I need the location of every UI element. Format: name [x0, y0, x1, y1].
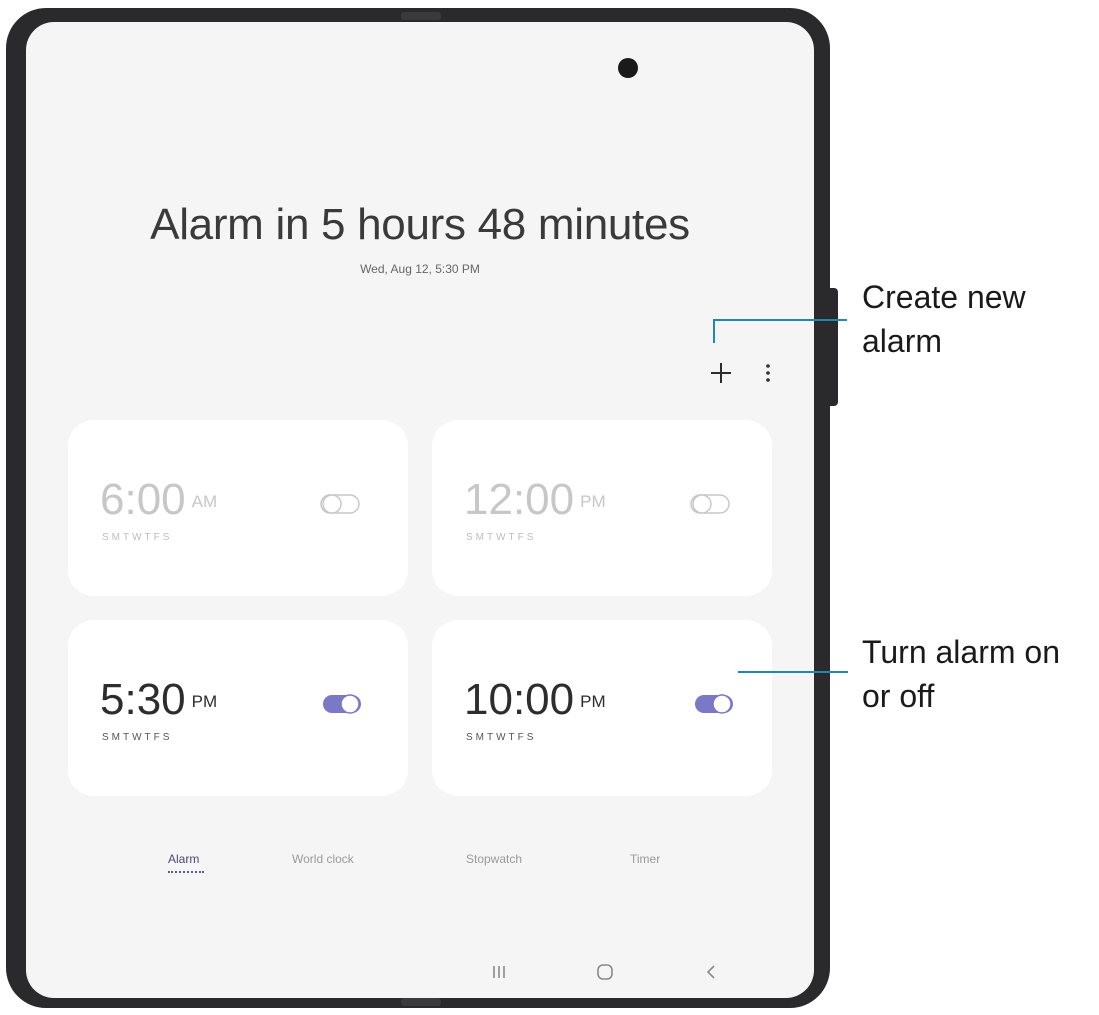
home-button[interactable] — [590, 957, 620, 987]
front-camera — [618, 58, 638, 78]
alarm-repeat-days: SMTWTFS — [102, 732, 173, 743]
alarm-card[interactable]: 6:00 AM SMTWTFS — [68, 420, 408, 596]
tab-alarm[interactable]: Alarm — [168, 852, 199, 866]
tab-timer[interactable]: Timer — [630, 852, 660, 866]
recents-button[interactable] — [484, 957, 514, 987]
alarm-time: 5:30 PM — [100, 675, 218, 724]
alarm-repeat-days: SMTWTFS — [102, 532, 173, 543]
plus-icon — [711, 363, 731, 383]
alarm-card[interactable]: 12:00 PM SMTWTFS — [432, 420, 772, 596]
tab-stopwatch[interactable]: Stopwatch — [466, 852, 522, 866]
next-alarm-datetime: Wed, Aug 12, 5:30 PM — [360, 262, 480, 276]
alarm-toggle[interactable] — [322, 692, 362, 716]
alarm-repeat-days: SMTWTFS — [466, 732, 537, 743]
side-button — [830, 288, 838, 406]
more-vert-icon — [766, 364, 770, 382]
alarm-card[interactable]: 5:30 PM SMTWTFS — [68, 620, 408, 796]
hinge-top — [401, 12, 441, 20]
time-until-alarm: Alarm in 5 hours 48 minutes — [150, 200, 690, 249]
callout-create-new-alarm: Create new alarm — [862, 279, 1026, 359]
hinge-bottom — [401, 998, 441, 1006]
recents-icon — [493, 966, 505, 978]
tab-world-clock[interactable]: World clock — [292, 852, 354, 866]
selected-tab-indicator — [168, 871, 204, 873]
alarm-time: 12:00 PM — [464, 475, 606, 524]
alarm-toggle[interactable] — [690, 492, 730, 516]
clock-app-screen: Alarm in 5 hours 48 minutes Wed, Aug 12,… — [26, 22, 814, 998]
alarm-repeat-days: SMTWTFS — [466, 532, 537, 543]
add-alarm-button[interactable] — [704, 356, 738, 390]
alarm-card[interactable]: 10:00 PM SMTWTFS — [432, 620, 772, 796]
alarm-toggle[interactable] — [694, 692, 734, 716]
back-button[interactable] — [696, 957, 726, 987]
alarm-toggle[interactable] — [320, 492, 360, 516]
back-icon — [706, 965, 715, 979]
callout-connector — [738, 671, 848, 673]
callout-connector — [713, 319, 715, 343]
callout-connector — [713, 319, 847, 321]
alarm-time: 10:00 PM — [464, 675, 606, 724]
more-options-button[interactable] — [758, 356, 778, 390]
callout-turn-alarm-on-off: Turn alarm on or off — [862, 634, 1060, 714]
alarm-time: 6:00 AM — [100, 475, 218, 524]
foldable-phone: Alarm in 5 hours 48 minutes Wed, Aug 12,… — [6, 8, 838, 1008]
home-icon — [597, 964, 613, 980]
